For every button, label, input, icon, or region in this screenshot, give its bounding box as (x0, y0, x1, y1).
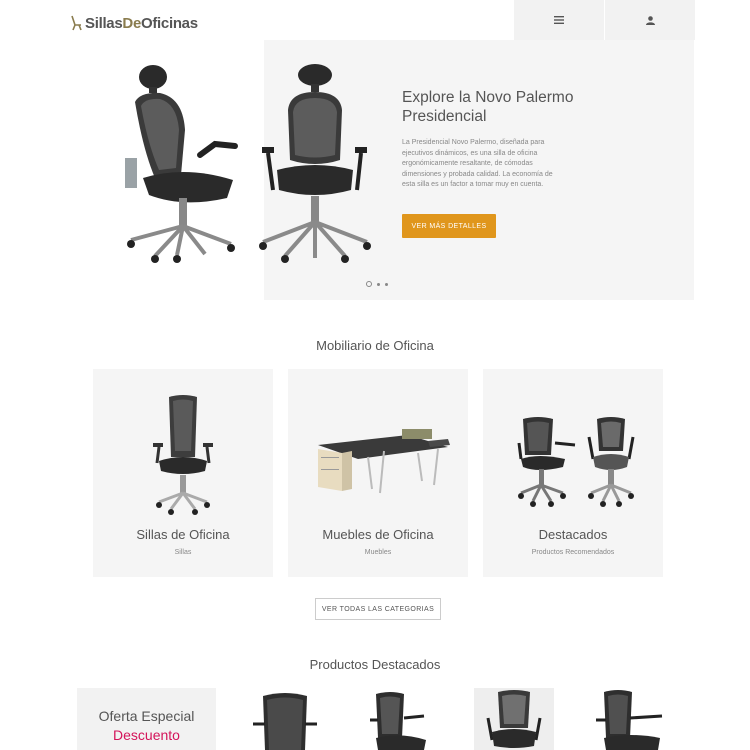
slider-dot[interactable] (377, 282, 380, 286)
featured-chairs-image (517, 417, 635, 507)
product-card[interactable] (360, 688, 440, 750)
menu-button[interactable] (514, 0, 604, 40)
hero-description: La Presidencial Novo Palermo, diseñada p… (402, 139, 553, 188)
hamburger-icon (554, 16, 564, 24)
category-card-muebles[interactable]: Muebles de Oficina Muebles (288, 369, 468, 577)
offer-title: Oferta Especial (98, 708, 195, 724)
hero-title: Explore la Novo Palermo Presidencial (402, 89, 574, 125)
site-logo[interactable]: SillasDeOficinas (70, 12, 198, 34)
user-icon (645, 15, 655, 25)
slider-dot[interactable] (385, 282, 388, 286)
category-title: Muebles de Oficina (322, 527, 434, 542)
account-button[interactable] (605, 0, 695, 40)
product-chair-image (253, 693, 317, 750)
product-chair-image (370, 692, 426, 750)
section-title-destacados: Productos Destacados (309, 657, 441, 672)
product-chair-image (596, 690, 663, 750)
section-title-mobiliario: Mobiliario de Oficina (316, 338, 434, 353)
category-card-destacados[interactable]: Destacados Productos Recomendados (483, 369, 663, 577)
product-card[interactable] (474, 688, 554, 750)
office-desk-image (318, 429, 450, 494)
category-title: Sillas de Oficina (136, 527, 230, 542)
category-subtitle: Sillas (174, 549, 192, 556)
category-card-sillas[interactable]: Sillas de Oficina Sillas (93, 369, 273, 577)
view-details-button[interactable]: VER MÁS DETALLES (402, 214, 496, 238)
hero-chairs-image (125, 64, 371, 263)
chair-logo-icon (71, 15, 82, 31)
product-card[interactable] (245, 688, 325, 750)
office-chair-image (153, 395, 213, 515)
view-all-categories-button[interactable]: VER TODAS LAS CATEGORIAS (315, 598, 441, 620)
category-title: Destacados (538, 527, 608, 542)
special-offer-card[interactable]: Oferta Especial Descuento (77, 688, 216, 750)
slider-dot-active[interactable] (366, 281, 372, 287)
offer-discount: Descuento (113, 727, 180, 743)
product-card[interactable] (590, 688, 670, 750)
category-subtitle: Productos Recomendados (531, 549, 615, 556)
category-subtitle: Muebles (364, 549, 392, 556)
logo-text: SillasDeOficinas (85, 14, 198, 32)
product-chair-image (486, 690, 542, 748)
slider-dots (366, 281, 388, 287)
